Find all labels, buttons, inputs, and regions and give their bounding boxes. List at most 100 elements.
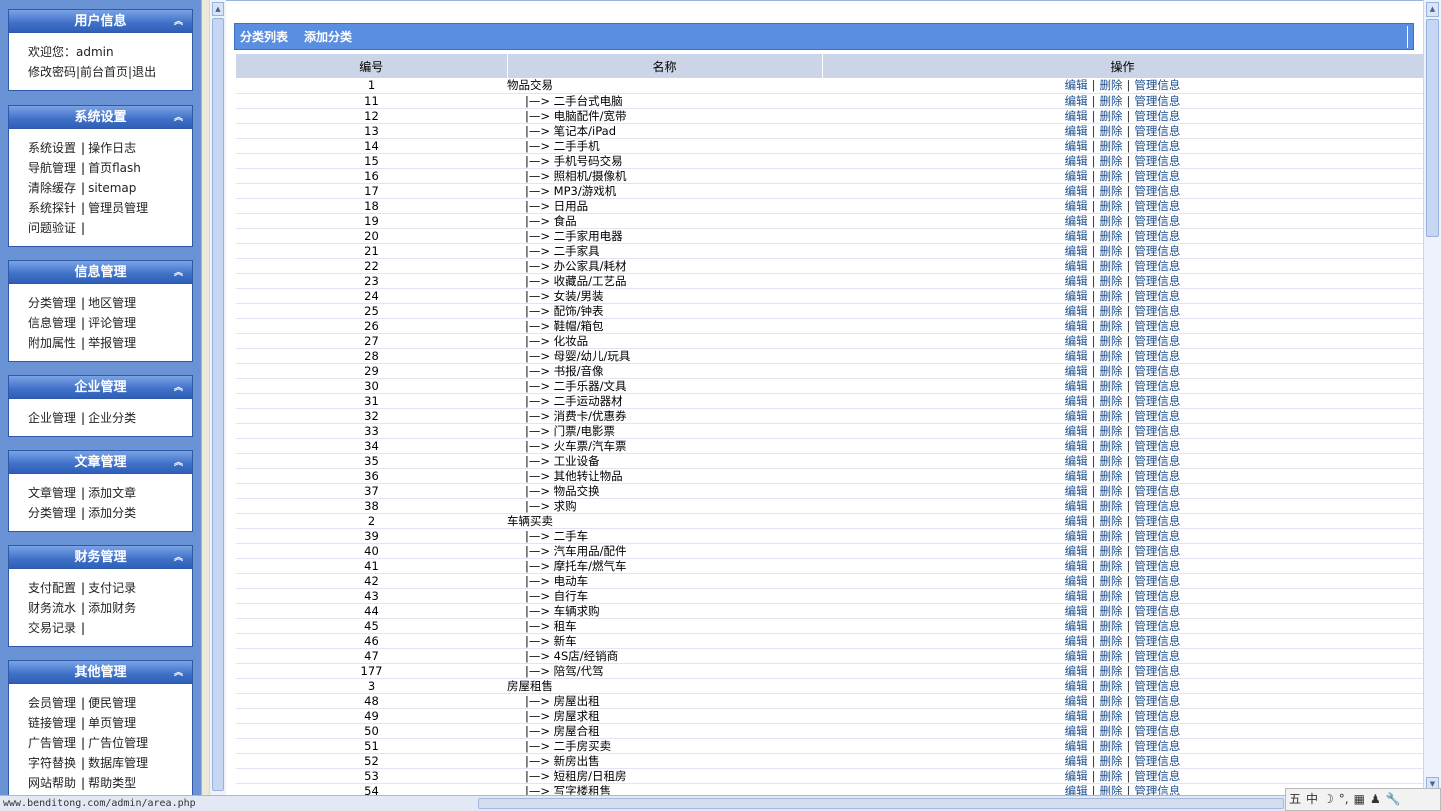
- manage-info-link[interactable]: 管理信息: [1134, 349, 1180, 363]
- edit-link[interactable]: 编辑: [1065, 184, 1088, 198]
- manage-info-link[interactable]: 管理信息: [1134, 574, 1180, 588]
- panel-header[interactable]: 系统设置 ︽: [8, 105, 193, 129]
- edit-link[interactable]: 编辑: [1065, 214, 1088, 228]
- panel-header[interactable]: 文章管理 ︽: [8, 450, 193, 474]
- edit-link[interactable]: 编辑: [1065, 634, 1088, 648]
- double-chevron-up-icon[interactable]: ︽: [174, 451, 183, 475]
- delete-link[interactable]: 删除: [1100, 709, 1123, 723]
- delete-link[interactable]: 删除: [1100, 78, 1123, 92]
- double-chevron-up-icon[interactable]: ︽: [174, 376, 183, 400]
- delete-link[interactable]: 删除: [1100, 499, 1123, 513]
- delete-link[interactable]: 删除: [1100, 244, 1123, 258]
- delete-link[interactable]: 删除: [1100, 739, 1123, 753]
- menu-link[interactable]: 问题验证: [28, 221, 76, 235]
- manage-info-link[interactable]: 管理信息: [1134, 709, 1180, 723]
- menu-link[interactable]: 企业分类: [88, 411, 136, 425]
- ime-user-icon[interactable]: ♟: [1370, 792, 1381, 806]
- menu-link[interactable]: 修改密码|前台首页|退出: [28, 65, 156, 79]
- manage-info-link[interactable]: 管理信息: [1134, 724, 1180, 738]
- double-chevron-up-icon[interactable]: ︽: [174, 10, 183, 34]
- manage-info-link[interactable]: 管理信息: [1134, 379, 1180, 393]
- menu-link[interactable]: 交易记录: [28, 621, 76, 635]
- menu-link[interactable]: 管理员管理: [88, 201, 148, 215]
- frame-divider[interactable]: [201, 0, 209, 795]
- delete-link[interactable]: 删除: [1100, 274, 1123, 288]
- edit-link[interactable]: 编辑: [1065, 319, 1088, 333]
- manage-info-link[interactable]: 管理信息: [1134, 559, 1180, 573]
- tab-add-category[interactable]: 添加分类: [304, 24, 352, 50]
- menu-link[interactable]: 系统设置: [28, 141, 76, 155]
- delete-link[interactable]: 删除: [1100, 229, 1123, 243]
- edit-link[interactable]: 编辑: [1065, 559, 1088, 573]
- panel-header[interactable]: 信息管理 ︽: [8, 260, 193, 284]
- menu-link[interactable]: 添加财务: [88, 601, 136, 615]
- edit-link[interactable]: 编辑: [1065, 769, 1088, 783]
- menu-link[interactable]: 单页管理: [88, 716, 136, 730]
- edit-link[interactable]: 编辑: [1065, 229, 1088, 243]
- delete-link[interactable]: 删除: [1100, 724, 1123, 738]
- delete-link[interactable]: 删除: [1100, 574, 1123, 588]
- delete-link[interactable]: 删除: [1100, 304, 1123, 318]
- edit-link[interactable]: 编辑: [1065, 439, 1088, 453]
- manage-info-link[interactable]: 管理信息: [1134, 394, 1180, 408]
- delete-link[interactable]: 删除: [1100, 124, 1123, 138]
- edit-link[interactable]: 编辑: [1065, 589, 1088, 603]
- manage-info-link[interactable]: 管理信息: [1134, 769, 1180, 783]
- ime-mode-icon[interactable]: 五: [1289, 792, 1301, 806]
- manage-info-link[interactable]: 管理信息: [1134, 259, 1180, 273]
- edit-link[interactable]: 编辑: [1065, 574, 1088, 588]
- manage-info-link[interactable]: 管理信息: [1134, 334, 1180, 348]
- edit-link[interactable]: 编辑: [1065, 199, 1088, 213]
- menu-link[interactable]: 地区管理: [88, 296, 136, 310]
- delete-link[interactable]: 删除: [1100, 619, 1123, 633]
- manage-info-link[interactable]: 管理信息: [1134, 94, 1180, 108]
- edit-link[interactable]: 编辑: [1065, 739, 1088, 753]
- delete-link[interactable]: 删除: [1100, 379, 1123, 393]
- edit-link[interactable]: 编辑: [1065, 139, 1088, 153]
- delete-link[interactable]: 删除: [1100, 169, 1123, 183]
- manage-info-link[interactable]: 管理信息: [1134, 154, 1180, 168]
- manage-info-link[interactable]: 管理信息: [1134, 694, 1180, 708]
- delete-link[interactable]: 删除: [1100, 184, 1123, 198]
- menu-link[interactable]: sitemap: [88, 181, 136, 195]
- delete-link[interactable]: 删除: [1100, 409, 1123, 423]
- edit-link[interactable]: 编辑: [1065, 514, 1088, 528]
- edit-link[interactable]: 编辑: [1065, 154, 1088, 168]
- edit-link[interactable]: 编辑: [1065, 109, 1088, 123]
- edit-link[interactable]: 编辑: [1065, 454, 1088, 468]
- ime-wrench-icon[interactable]: 🔧: [1386, 792, 1401, 806]
- menu-link[interactable]: 举报管理: [88, 336, 136, 350]
- edit-link[interactable]: 编辑: [1065, 289, 1088, 303]
- menu-link[interactable]: 操作日志: [88, 141, 136, 155]
- edit-link[interactable]: 编辑: [1065, 124, 1088, 138]
- delete-link[interactable]: 删除: [1100, 454, 1123, 468]
- edit-link[interactable]: 编辑: [1065, 754, 1088, 768]
- delete-link[interactable]: 删除: [1100, 514, 1123, 528]
- double-chevron-up-icon[interactable]: ︽: [174, 661, 183, 685]
- edit-link[interactable]: 编辑: [1065, 259, 1088, 273]
- edit-link[interactable]: 编辑: [1065, 304, 1088, 318]
- menu-link[interactable]: 欢迎您：admin: [28, 45, 114, 59]
- manage-info-link[interactable]: 管理信息: [1134, 634, 1180, 648]
- menu-link[interactable]: 广告位管理: [88, 736, 148, 750]
- edit-link[interactable]: 编辑: [1065, 424, 1088, 438]
- delete-link[interactable]: 删除: [1100, 289, 1123, 303]
- manage-info-link[interactable]: 管理信息: [1134, 619, 1180, 633]
- edit-link[interactable]: 编辑: [1065, 244, 1088, 258]
- double-chevron-up-icon[interactable]: ︽: [174, 546, 183, 570]
- delete-link[interactable]: 删除: [1100, 544, 1123, 558]
- menu-link[interactable]: 清除缓存: [28, 181, 76, 195]
- edit-link[interactable]: 编辑: [1065, 499, 1088, 513]
- edit-link[interactable]: 编辑: [1065, 334, 1088, 348]
- manage-info-link[interactable]: 管理信息: [1134, 78, 1180, 92]
- manage-info-link[interactable]: 管理信息: [1134, 214, 1180, 228]
- edit-link[interactable]: 编辑: [1065, 349, 1088, 363]
- delete-link[interactable]: 删除: [1100, 769, 1123, 783]
- delete-link[interactable]: 删除: [1100, 484, 1123, 498]
- delete-link[interactable]: 删除: [1100, 694, 1123, 708]
- edit-link[interactable]: 编辑: [1065, 364, 1088, 378]
- edit-link[interactable]: 编辑: [1065, 469, 1088, 483]
- edit-link[interactable]: 编辑: [1065, 169, 1088, 183]
- edit-link[interactable]: 编辑: [1065, 724, 1088, 738]
- menu-link[interactable]: 企业管理: [28, 411, 76, 425]
